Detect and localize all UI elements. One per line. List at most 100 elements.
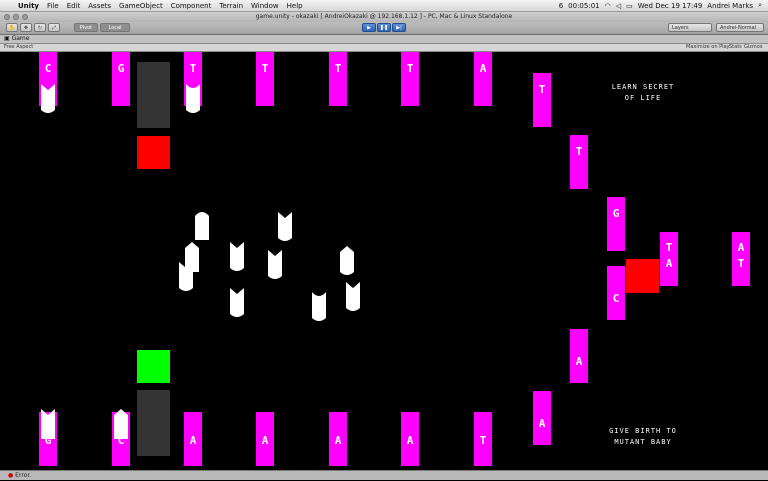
dna-tile-top: T (401, 52, 419, 106)
grey-paddle-bottom (137, 390, 170, 456)
layout-dropdown[interactable]: Andrei-Normal (716, 23, 764, 32)
bullet-down (268, 250, 282, 279)
play-icon: ▶ (367, 25, 371, 31)
wifi-icon[interactable]: ◠ (605, 2, 611, 10)
hand-icon: ✋ (8, 25, 16, 31)
dna-tile-bottom: A (329, 412, 347, 466)
menu-unity[interactable]: Unity (14, 2, 43, 10)
dna-tile-right: TA (660, 232, 678, 286)
mac-menubar: Unity File Edit Assets GameObject Compon… (0, 0, 768, 12)
window-title: game.unity - okazaki [ AndreiOkazaki @ 1… (255, 13, 513, 20)
menu-help[interactable]: Help (283, 2, 307, 10)
tile-letter: A (737, 241, 745, 254)
local-button[interactable]: Local (100, 23, 130, 32)
menu-assets[interactable]: Assets (84, 2, 115, 10)
tile-letter: T (665, 241, 673, 254)
red-block-right (626, 259, 659, 293)
user-name[interactable]: Andrei Marks (707, 2, 753, 10)
dna-tile-bottom: A (256, 412, 274, 466)
step-icon: ▶| (396, 25, 402, 31)
bullet-down (346, 282, 360, 311)
message-top-line-1: LEARN SECRET (611, 83, 675, 91)
gizmos-dropdown[interactable]: Gizmos (744, 44, 762, 51)
pause-button[interactable]: ❚❚ (377, 23, 391, 32)
tile-letter: A (665, 257, 673, 270)
maximize-on-play-toggle[interactable]: Maximize on Play (686, 44, 730, 51)
menu-component[interactable]: Component (167, 2, 216, 10)
rotate-tool-button[interactable]: ↻ (34, 23, 46, 32)
zoom-window-icon[interactable] (22, 14, 28, 20)
rotate-icon: ↻ (37, 25, 43, 31)
dna-tile-right: T (570, 135, 588, 189)
bullet-down (230, 242, 244, 271)
menu-edit[interactable]: Edit (63, 2, 85, 10)
menu-window[interactable]: Window (247, 2, 283, 10)
window-controls (4, 14, 28, 20)
dna-tile-right: A (533, 391, 551, 445)
pivot-button[interactable]: Pivot (74, 23, 98, 32)
game-tab-label[interactable]: Game (12, 35, 30, 42)
grey-paddle-top (137, 62, 170, 128)
scale-tool-button[interactable]: ⤢ (48, 23, 60, 32)
console-status-bar[interactable]: ● Error. (0, 470, 768, 480)
minimize-window-icon[interactable] (13, 14, 19, 20)
menubar-status-area: 6 00:05:01 ◠ ◁ ▭ Wed Dec 19 17:49 Andrei… (559, 1, 768, 10)
local-label: Local (108, 25, 122, 31)
dna-tile-bottom: T (474, 412, 492, 466)
layers-label: Layers (672, 25, 689, 31)
hand-tool-button[interactable]: ✋ (6, 23, 18, 32)
bullet-up (114, 409, 128, 439)
menu-terrain[interactable]: Terrain (215, 2, 247, 10)
step-button[interactable]: ▶| (392, 23, 406, 32)
green-block (137, 350, 170, 383)
close-window-icon[interactable] (4, 14, 10, 20)
window-titlebar: game.unity - okazaki [ AndreiOkazaki @ 1… (0, 12, 768, 22)
badge-count[interactable]: 6 (559, 2, 563, 10)
dna-tile-right: C (607, 266, 625, 320)
message-top-line-2: OF LIFE (624, 94, 662, 102)
bullet-up (179, 262, 193, 291)
dna-tile-top: A (474, 52, 492, 106)
move-icon: ✥ (23, 25, 29, 31)
bullet-up (340, 246, 354, 275)
tile-letter: T (737, 257, 745, 270)
dna-tile-top: T (256, 52, 274, 106)
dna-tile-right: T (533, 73, 551, 127)
bullet-down (278, 212, 292, 241)
dna-tile-bottom: A (184, 412, 202, 466)
bullet-down (186, 84, 200, 113)
dna-tile-right: AT (732, 232, 750, 286)
layers-dropdown[interactable]: Layers (668, 23, 712, 32)
bullet-down (41, 84, 55, 113)
spotlight-search-icon[interactable]: ⌕ (758, 1, 762, 10)
pause-icon: ❚❚ (379, 25, 389, 31)
menu-file[interactable]: File (43, 2, 63, 10)
message-bottom: GIVE BIRTH TO MUTANT BABY (598, 426, 688, 448)
message-bottom-line-2: MUTANT BABY (614, 438, 672, 446)
dna-tile-top: G (112, 52, 130, 106)
stats-toggle[interactable]: Stats (729, 44, 742, 51)
dna-tile-right: A (570, 329, 588, 383)
flag-icon[interactable]: ▭ (626, 2, 633, 10)
date-time[interactable]: Wed Dec 19 17:49 (638, 2, 703, 10)
volume-icon[interactable]: ◁ (616, 2, 621, 10)
error-icon: ● (8, 472, 14, 479)
move-tool-button[interactable]: ✥ (20, 23, 32, 32)
bullet-up (41, 409, 55, 439)
game-tab-bar: ▣ Game (0, 35, 768, 44)
timer-clock[interactable]: 00:05:01 (568, 2, 599, 10)
game-viewport[interactable]: C G T T T T A G C A A A A T T T G C A A … (0, 52, 768, 470)
aspect-dropdown[interactable]: Free Aspect (4, 44, 33, 51)
message-bottom-line-1: GIVE BIRTH TO (609, 427, 677, 435)
play-button[interactable]: ▶ (362, 23, 376, 32)
bullet-down (230, 288, 244, 317)
dna-tile-bottom: A (401, 412, 419, 466)
red-block (137, 136, 170, 169)
pivot-label: Pivot (79, 25, 93, 31)
menu-gameobject[interactable]: GameObject (115, 2, 167, 10)
bullet-up (195, 212, 209, 240)
game-tab-icon: ▣ (4, 35, 10, 42)
game-view-toolbar: Free Aspect Maximize on Play Stats Gizmo… (0, 44, 768, 52)
dna-tile-top: T (329, 52, 347, 106)
layout-label: Andrei-Normal (720, 25, 757, 31)
